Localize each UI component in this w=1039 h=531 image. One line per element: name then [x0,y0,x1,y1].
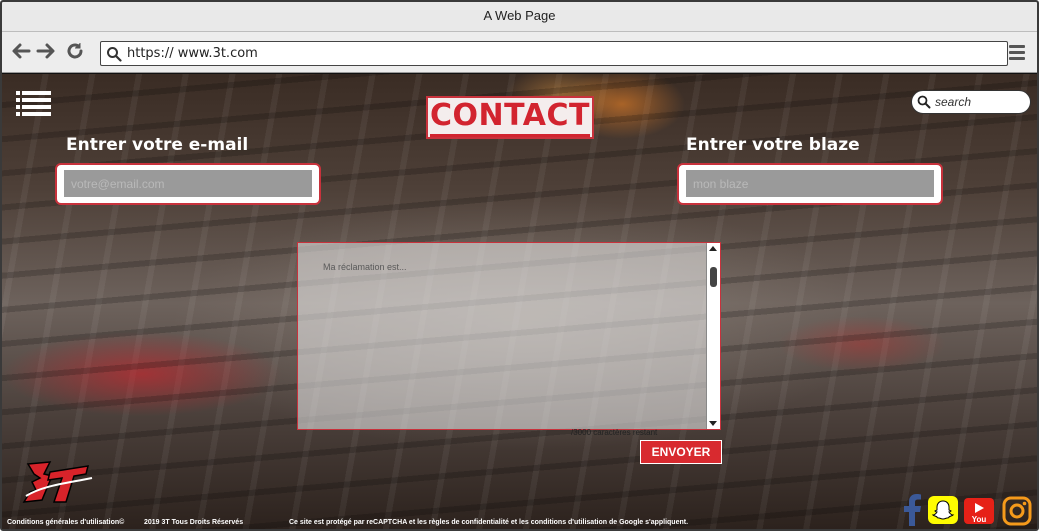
message-textarea[interactable] [299,244,706,428]
char-count: /3000 caractères restant [571,428,658,437]
forward-icon[interactable] [36,41,56,61]
url-bar[interactable]: https:// www.3t.com [100,41,1008,66]
message-scrollbar[interactable] [706,243,720,429]
message-container [297,242,721,430]
footer-copyright: 2019 3T Tous Droits Réservés [144,519,244,526]
facebook-icon[interactable] [900,494,924,526]
browser-window: A Web Page https:// www.3t.com CONTACT s… [0,0,1039,531]
page-title: CONTACT [426,96,594,139]
contact-page: CONTACT search Entrer votre e-mail Entre… [2,74,1037,529]
search-icon [917,95,931,109]
window-title: A Web Page [2,2,1037,32]
footer-terms[interactable]: Conditions générales d'utilisation© [7,519,124,526]
scroll-down-icon[interactable] [709,421,717,426]
email-field[interactable] [64,170,312,197]
email-label: Entrer votre e-mail [66,135,249,155]
svg-text:You: You [972,515,987,524]
url-text: https:// www.3t.com [127,46,258,61]
snapchat-icon[interactable] [928,494,958,526]
footer-recaptcha: Ce site est protégé par reCAPTCHA et les… [289,519,689,526]
browser-navbar: https:// www.3t.com [2,32,1037,73]
search-icon [107,47,122,62]
youtube-icon[interactable]: You [964,494,994,526]
hamburger-menu-icon[interactable] [16,91,51,118]
page-title-text: CONTACT [430,98,590,137]
name-label: Entrer votre blaze [686,135,860,155]
name-field[interactable] [686,170,934,197]
scroll-thumb[interactable] [710,267,717,287]
name-field-container [677,163,943,205]
back-icon[interactable] [11,41,31,61]
search-placeholder: search [935,95,972,109]
browser-menu-icon[interactable] [1009,45,1025,63]
search-box[interactable]: search [911,90,1031,114]
instagram-icon[interactable] [1002,494,1032,526]
submit-button[interactable]: ENVOYER [640,440,722,464]
email-field-container [55,163,321,205]
brand-logo[interactable] [22,456,96,506]
reload-icon[interactable] [65,41,85,61]
scroll-up-icon[interactable] [709,246,717,251]
